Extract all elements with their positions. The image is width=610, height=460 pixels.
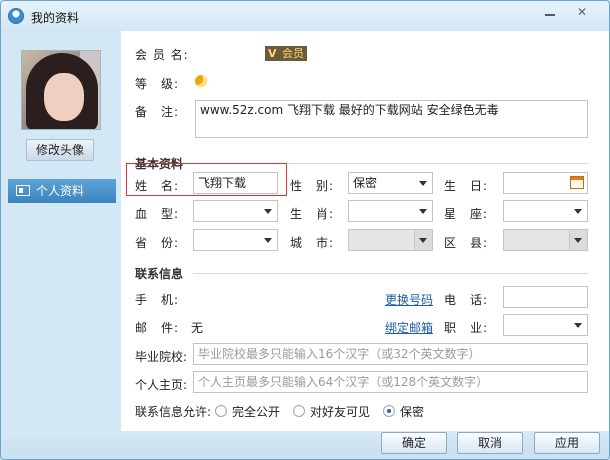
sidebar-item-label: 个人资料 — [36, 184, 85, 198]
city-label: 城 市: — [290, 236, 335, 250]
remark-label: 备 注: — [135, 105, 180, 119]
school-input[interactable]: 毕业院校最多只能输入16个汉字（或32个英文数字） — [193, 343, 588, 365]
phone-input[interactable] — [503, 286, 588, 308]
visibility-radio-public[interactable] — [215, 405, 227, 417]
visibility-radio-friends[interactable] — [293, 405, 305, 417]
blood-type-select[interactable] — [193, 200, 278, 222]
visibility-option-private[interactable]: 保密 — [400, 403, 424, 420]
email-value: 无 — [191, 321, 204, 335]
phone-label: 电 话: — [444, 293, 489, 307]
gender-label: 性 别: — [290, 179, 335, 193]
province-label: 省 份: — [135, 236, 180, 250]
mobile-label: 手 机: — [135, 293, 180, 307]
cancel-button[interactable]: 取消 — [457, 432, 523, 454]
homepage-placeholder: 个人主页最多只能输入64个汉字（或128个英文数字） — [198, 375, 489, 389]
district-dropdown-button[interactable] — [569, 230, 587, 250]
minimize-icon — [545, 14, 555, 16]
school-label: 毕业院校: — [135, 350, 188, 364]
window-title: 我的资料 — [31, 11, 80, 25]
chevron-down-icon — [574, 209, 582, 214]
change-number-link[interactable]: 更换号码 — [385, 291, 433, 308]
apply-button[interactable]: 应用 — [534, 432, 600, 454]
district-select[interactable] — [503, 229, 588, 251]
moon-level-icon[interactable] — [195, 75, 207, 87]
name-label: 姓 名: — [135, 179, 180, 193]
constellation-label: 星 座: — [444, 207, 489, 221]
sidebar: 修改头像 个人资料 — [1, 31, 121, 431]
chevron-down-icon — [419, 209, 427, 214]
chevron-down-icon — [574, 323, 582, 328]
dialog-footer: 确定 取消 应用 — [1, 431, 609, 459]
visibility-label: 联系信息允许: — [135, 405, 212, 419]
city-select[interactable] — [348, 229, 433, 251]
city-dropdown-button[interactable] — [414, 230, 432, 250]
close-button[interactable]: ✕ — [569, 4, 595, 22]
qq-app-icon — [8, 8, 24, 24]
chevron-down-icon — [264, 209, 272, 214]
remark-input[interactable]: www.52z.com 飞翔下载 最好的下载网站 安全绿色无毒 — [195, 100, 588, 138]
gender-select[interactable]: 保密 — [348, 172, 433, 194]
visibility-option-public[interactable]: 完全公开 — [232, 403, 280, 420]
district-label: 区 县: — [444, 236, 489, 250]
member-name-label: 会 员 名: — [135, 48, 189, 62]
zodiac-select[interactable] — [348, 200, 433, 222]
chevron-down-icon — [419, 238, 427, 243]
profile-form: 会 员 名: 会员 等 级: 备 注: www.52z.com 飞翔下载 最好的… — [121, 31, 609, 431]
calendar-icon[interactable] — [570, 176, 584, 189]
avatar-face — [44, 73, 84, 121]
homepage-label: 个人主页: — [135, 378, 188, 392]
blood-type-label: 血 型: — [135, 207, 180, 221]
birthday-input[interactable] — [503, 172, 588, 194]
profile-card-icon — [16, 185, 30, 196]
bind-email-link[interactable]: 绑定邮箱 — [385, 319, 433, 336]
constellation-select[interactable] — [503, 200, 588, 222]
section-divider — [193, 273, 588, 274]
contact-info-title: 联系信息 — [135, 267, 184, 281]
visibility-radio-private[interactable] — [383, 405, 395, 417]
homepage-input[interactable]: 个人主页最多只能输入64个汉字（或128个英文数字） — [193, 371, 588, 393]
ok-button[interactable]: 确定 — [381, 432, 447, 454]
chevron-down-icon — [419, 181, 427, 186]
close-icon: ✕ — [576, 5, 588, 19]
member-badge-text: 会员 — [282, 47, 304, 60]
name-input[interactable]: 飞翔下载 — [193, 172, 278, 194]
profile-window: 我的资料 ✕ 修改头像 个人资料 会 员 名: 会员 等 级: 备 注: www… — [0, 0, 610, 460]
minimize-button[interactable] — [537, 4, 563, 22]
chevron-down-icon — [574, 238, 582, 243]
province-select[interactable] — [193, 229, 278, 251]
gender-value: 保密 — [353, 176, 378, 190]
avatar[interactable] — [21, 50, 101, 130]
job-select[interactable] — [503, 314, 588, 336]
edit-avatar-button[interactable]: 修改头像 — [26, 139, 94, 161]
chevron-down-icon — [264, 238, 272, 243]
sidebar-item-personal-info[interactable]: 个人资料 — [8, 179, 116, 203]
zodiac-label: 生 肖: — [290, 207, 335, 221]
email-label: 邮 件: — [135, 321, 180, 335]
school-placeholder: 毕业院校最多只能输入16个汉字（或32个英文数字） — [198, 347, 481, 361]
visibility-option-friends[interactable]: 对好友可见 — [310, 403, 370, 420]
job-label: 职 业: — [444, 321, 489, 335]
birthday-label: 生 日: — [444, 179, 489, 193]
title-bar[interactable]: 我的资料 ✕ — [1, 1, 609, 31]
member-badge: 会员 — [265, 46, 307, 61]
level-label: 等 级: — [135, 77, 180, 91]
